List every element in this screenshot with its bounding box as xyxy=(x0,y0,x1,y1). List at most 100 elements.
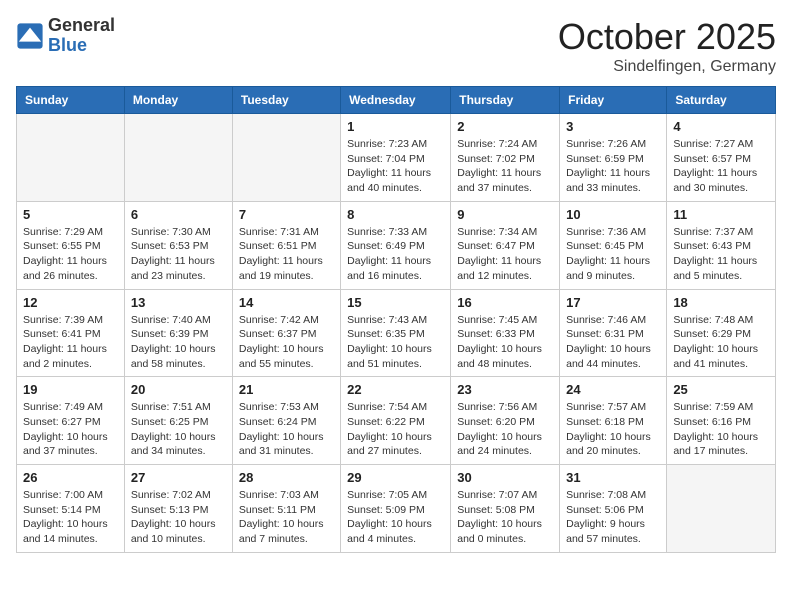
calendar-cell xyxy=(17,114,125,202)
calendar-cell: 4Sunrise: 7:27 AM Sunset: 6:57 PM Daylig… xyxy=(667,114,776,202)
day-info: Sunrise: 7:29 AM Sunset: 6:55 PM Dayligh… xyxy=(23,225,118,284)
day-info: Sunrise: 7:39 AM Sunset: 6:41 PM Dayligh… xyxy=(23,313,118,372)
calendar-body: 1 Sunrise: 7:23 AM Sunset: 7:04 PM Daylig… xyxy=(17,114,776,553)
day-info: Sunrise: 7:37 AM Sunset: 6:43 PM Dayligh… xyxy=(673,225,769,284)
day-info: Sunrise: 7:56 AM Sunset: 6:20 PM Dayligh… xyxy=(457,400,553,459)
day-number: 24 xyxy=(566,382,660,397)
weekday-row: SundayMondayTuesdayWednesdayThursdayFrid… xyxy=(17,87,776,114)
day-info: Sunrise: 7:23 AM Sunset: 7:04 PM Dayligh… xyxy=(347,137,444,196)
day-info: Sunrise: 7:46 AM Sunset: 6:31 PM Dayligh… xyxy=(566,313,660,372)
logo-general: General xyxy=(48,16,115,36)
day-info: Sunrise: 7:26 AM Sunset: 6:59 PM Dayligh… xyxy=(566,137,660,196)
weekday-header: Sunday xyxy=(17,87,125,114)
day-info: Sunrise: 7:08 AM Sunset: 5:06 PM Dayligh… xyxy=(566,488,660,547)
day-info: Sunrise: 7:51 AM Sunset: 6:25 PM Dayligh… xyxy=(131,400,226,459)
day-info: Sunrise: 7:24 AM Sunset: 7:02 PM Dayligh… xyxy=(457,137,553,196)
day-info: Sunrise: 7:30 AM Sunset: 6:53 PM Dayligh… xyxy=(131,225,226,284)
day-info: Sunrise: 7:57 AM Sunset: 6:18 PM Dayligh… xyxy=(566,400,660,459)
day-number: 15 xyxy=(347,295,444,310)
calendar-cell xyxy=(124,114,232,202)
day-number: 12 xyxy=(23,295,118,310)
weekday-header: Monday xyxy=(124,87,232,114)
calendar-cell: 15 Sunrise: 7:43 AM Sunset: 6:35 PM Dayli… xyxy=(341,289,451,377)
calendar-cell xyxy=(232,114,340,202)
day-info: Sunrise: 7:03 AM Sunset: 5:11 PM Dayligh… xyxy=(239,488,334,547)
weekday-header: Tuesday xyxy=(232,87,340,114)
calendar-week-row: 12 Sunrise: 7:39 AM Sunset: 6:41 PM Dayli… xyxy=(17,289,776,377)
calendar-cell: 14 Sunrise: 7:42 AM Sunset: 6:37 PM Dayli… xyxy=(232,289,340,377)
day-number: 26 xyxy=(23,470,118,485)
weekday-header: Thursday xyxy=(451,87,560,114)
day-number: 7 xyxy=(239,207,334,222)
logo: General Blue xyxy=(16,16,115,56)
calendar-cell: 17 Sunrise: 7:46 AM Sunset: 6:31 PM Dayli… xyxy=(560,289,667,377)
calendar-cell: 9Sunrise: 7:34 AM Sunset: 6:47 PM Daylig… xyxy=(451,201,560,289)
month-title: October 2025 xyxy=(558,16,776,58)
calendar-week-row: 1 Sunrise: 7:23 AM Sunset: 7:04 PM Daylig… xyxy=(17,114,776,202)
calendar-week-row: 26Sunrise: 7:00 AM Sunset: 5:14 PM Dayli… xyxy=(17,465,776,553)
day-info: Sunrise: 7:49 AM Sunset: 6:27 PM Dayligh… xyxy=(23,400,118,459)
day-number: 3 xyxy=(566,119,660,134)
day-number: 19 xyxy=(23,382,118,397)
calendar-cell: 13 Sunrise: 7:40 AM Sunset: 6:39 PM Dayli… xyxy=(124,289,232,377)
day-number: 8 xyxy=(347,207,444,222)
calendar-cell: 12 Sunrise: 7:39 AM Sunset: 6:41 PM Dayli… xyxy=(17,289,125,377)
day-info: Sunrise: 7:36 AM Sunset: 6:45 PM Dayligh… xyxy=(566,225,660,284)
day-number: 13 xyxy=(131,295,226,310)
day-number: 16 xyxy=(457,295,553,310)
day-info: Sunrise: 7:07 AM Sunset: 5:08 PM Dayligh… xyxy=(457,488,553,547)
calendar-cell: 23 Sunrise: 7:56 AM Sunset: 6:20 PM Dayli… xyxy=(451,377,560,465)
day-number: 10 xyxy=(566,207,660,222)
calendar-week-row: 5 Sunrise: 7:29 AM Sunset: 6:55 PM Daylig… xyxy=(17,201,776,289)
day-number: 30 xyxy=(457,470,553,485)
day-info: Sunrise: 7:42 AM Sunset: 6:37 PM Dayligh… xyxy=(239,313,334,372)
calendar-cell: 6 Sunrise: 7:30 AM Sunset: 6:53 PM Daylig… xyxy=(124,201,232,289)
calendar-cell: 27 Sunrise: 7:02 AM Sunset: 5:13 PM Dayli… xyxy=(124,465,232,553)
day-number: 22 xyxy=(347,382,444,397)
day-number: 17 xyxy=(566,295,660,310)
day-number: 20 xyxy=(131,382,226,397)
calendar-cell: 1 Sunrise: 7:23 AM Sunset: 7:04 PM Daylig… xyxy=(341,114,451,202)
day-number: 31 xyxy=(566,470,660,485)
day-number: 1 xyxy=(347,119,444,134)
day-info: Sunrise: 7:40 AM Sunset: 6:39 PM Dayligh… xyxy=(131,313,226,372)
calendar-cell xyxy=(667,465,776,553)
day-number: 5 xyxy=(23,207,118,222)
calendar-cell: 21Sunrise: 7:53 AM Sunset: 6:24 PM Dayli… xyxy=(232,377,340,465)
calendar-cell: 19 Sunrise: 7:49 AM Sunset: 6:27 PM Dayli… xyxy=(17,377,125,465)
title-block: October 2025 Sindelfingen, Germany xyxy=(558,16,776,76)
calendar-cell: 3 Sunrise: 7:26 AM Sunset: 6:59 PM Daylig… xyxy=(560,114,667,202)
calendar-cell: 16 Sunrise: 7:45 AM Sunset: 6:33 PM Dayli… xyxy=(451,289,560,377)
weekday-header: Wednesday xyxy=(341,87,451,114)
calendar-table: SundayMondayTuesdayWednesdayThursdayFrid… xyxy=(16,86,776,553)
day-info: Sunrise: 7:54 AM Sunset: 6:22 PM Dayligh… xyxy=(347,400,444,459)
day-info: Sunrise: 7:45 AM Sunset: 6:33 PM Dayligh… xyxy=(457,313,553,372)
day-number: 23 xyxy=(457,382,553,397)
calendar-cell: 26Sunrise: 7:00 AM Sunset: 5:14 PM Dayli… xyxy=(17,465,125,553)
logo-text: General Blue xyxy=(48,16,115,56)
calendar-cell: 29 Sunrise: 7:05 AM Sunset: 5:09 PM Dayli… xyxy=(341,465,451,553)
logo-blue: Blue xyxy=(48,36,115,56)
calendar-cell: 22 Sunrise: 7:54 AM Sunset: 6:22 PM Dayli… xyxy=(341,377,451,465)
calendar-cell: 2Sunrise: 7:24 AM Sunset: 7:02 PM Daylig… xyxy=(451,114,560,202)
calendar-cell: 10 Sunrise: 7:36 AM Sunset: 6:45 PM Dayli… xyxy=(560,201,667,289)
day-info: Sunrise: 7:05 AM Sunset: 5:09 PM Dayligh… xyxy=(347,488,444,547)
day-number: 9 xyxy=(457,207,553,222)
day-number: 6 xyxy=(131,207,226,222)
calendar-cell: 8Sunrise: 7:33 AM Sunset: 6:49 PM Daylig… xyxy=(341,201,451,289)
calendar-cell: 18Sunrise: 7:48 AM Sunset: 6:29 PM Dayli… xyxy=(667,289,776,377)
logo-icon xyxy=(16,22,44,50)
calendar-header: SundayMondayTuesdayWednesdayThursdayFrid… xyxy=(17,87,776,114)
day-number: 29 xyxy=(347,470,444,485)
calendar-cell: 30 Sunrise: 7:07 AM Sunset: 5:08 PM Dayli… xyxy=(451,465,560,553)
day-number: 14 xyxy=(239,295,334,310)
day-info: Sunrise: 7:48 AM Sunset: 6:29 PM Dayligh… xyxy=(673,313,769,372)
day-info: Sunrise: 7:59 AM Sunset: 6:16 PM Dayligh… xyxy=(673,400,769,459)
day-info: Sunrise: 7:02 AM Sunset: 5:13 PM Dayligh… xyxy=(131,488,226,547)
calendar-cell: 25 Sunrise: 7:59 AM Sunset: 6:16 PM Dayli… xyxy=(667,377,776,465)
day-number: 25 xyxy=(673,382,769,397)
calendar-cell: 31 Sunrise: 7:08 AM Sunset: 5:06 PM Dayli… xyxy=(560,465,667,553)
calendar-cell: 20 Sunrise: 7:51 AM Sunset: 6:25 PM Dayli… xyxy=(124,377,232,465)
day-number: 27 xyxy=(131,470,226,485)
day-info: Sunrise: 7:43 AM Sunset: 6:35 PM Dayligh… xyxy=(347,313,444,372)
